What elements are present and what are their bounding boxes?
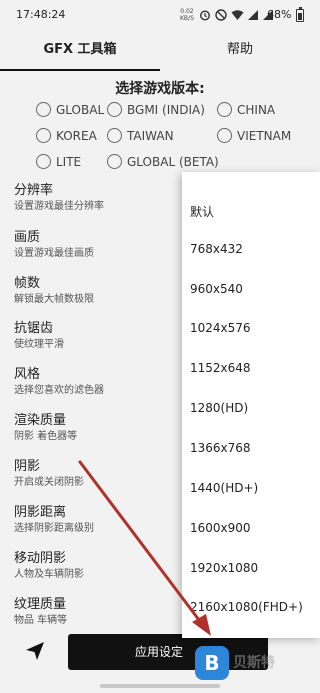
radio-global-beta[interactable]: GLOBAL (BETA) [107, 154, 219, 169]
setting-subtitle: 选择您喜欢的滤色器 [14, 385, 104, 396]
setting-texture-quality[interactable]: 纹理质量 物品 车辆等 [14, 597, 67, 628]
tab-help[interactable]: 帮助 [160, 34, 320, 70]
setting-subtitle: 设置游戏最佳分辨率 [14, 201, 104, 212]
setting-subtitle: 物品 车辆等 [14, 615, 68, 626]
setting-subtitle: 开启或关闭阴影 [14, 477, 84, 488]
dropdown-option-1280-hd[interactable]: 1280(HD) [190, 401, 248, 415]
radio-circle [107, 102, 122, 117]
radio-circle [36, 154, 51, 169]
radio-label: VIETNAM [237, 128, 292, 143]
setting-title: 阴影距离 [14, 505, 67, 520]
alarm-icon [199, 10, 211, 21]
setting-title: 抗锯齿 [14, 321, 54, 336]
battery-icon [296, 7, 304, 22]
radio-taiwan[interactable]: TAIWAN [107, 128, 174, 143]
mute-icon [215, 9, 227, 21]
setting-render-quality[interactable]: 渲染质量 阴影 着色器等 [14, 413, 77, 444]
wifi-icon [231, 10, 244, 20]
version-title: 选择游戏版本: [115, 81, 205, 97]
radio-china[interactable]: CHINA [217, 102, 275, 117]
tab-gfx-toolbox[interactable]: GFX 工具箱 [0, 34, 160, 70]
setting-antialiasing[interactable]: 抗锯齿 使纹理平滑 [14, 321, 64, 352]
radio-label: KOREA [56, 128, 97, 143]
dropdown-option-default[interactable]: 默认 [190, 203, 214, 220]
dropdown-option-1366x768[interactable]: 1366x768 [190, 441, 251, 455]
tab-bar: GFX 工具箱 帮助 [0, 34, 320, 70]
watermark-text: 贝斯特 [233, 655, 275, 671]
radio-circle [217, 128, 232, 143]
dropdown-option-1152x648[interactable]: 1152x648 [190, 361, 251, 375]
setting-title: 移动阴影 [14, 551, 67, 566]
resolution-dropdown: 默认 768x432 960x540 1024x576 1152x648 128… [182, 172, 320, 638]
setting-title: 画质 [14, 230, 41, 245]
dropdown-option-2160x1080-fhd-plus[interactable]: 2160x1080(FHD+) [190, 600, 303, 614]
radio-global[interactable]: GLOBAL [36, 102, 104, 117]
battery-percent: 68% [267, 8, 292, 21]
dropdown-option-1920x1080[interactable]: 1920x1080 [190, 561, 258, 575]
dropdown-option-1600x900[interactable]: 1600x900 [190, 521, 251, 535]
setting-subtitle: 人物及车辆阴影 [14, 569, 84, 580]
radio-korea[interactable]: KOREA [36, 128, 97, 143]
radio-circle [36, 128, 51, 143]
dropdown-option-1440-hd-plus[interactable]: 1440(HD+) [190, 481, 258, 495]
status-icons [199, 9, 274, 21]
radio-label: LITE [56, 154, 82, 169]
send-icon[interactable] [24, 640, 46, 662]
status-bar: 17:48:24 0.02 KB/S 68% [0, 0, 320, 32]
radio-bgmi-india[interactable]: BGMI (INDIA) [107, 102, 205, 117]
status-time: 17:48:24 [16, 8, 66, 21]
radio-label: BGMI (INDIA) [127, 102, 205, 117]
dropdown-option-960x540[interactable]: 960x540 [190, 282, 243, 296]
setting-resolution[interactable]: 分辨率 设置游戏最佳分辨率 [14, 183, 104, 214]
radio-vietnam[interactable]: VIETNAM [217, 128, 291, 143]
radio-label: CHINA [237, 102, 276, 117]
tab-indicator [0, 69, 160, 71]
setting-subtitle: 解锁最大帧数极限 [14, 294, 94, 305]
setting-moving-shadows[interactable]: 移动阴影 人物及车辆阴影 [14, 551, 84, 582]
radio-label: GLOBAL (BETA) [127, 154, 219, 169]
setting-subtitle: 选择阴影距离级别 [14, 523, 94, 534]
setting-shadow-distance[interactable]: 阴影距离 选择阴影距离级别 [14, 505, 94, 536]
setting-subtitle: 使纹理平滑 [14, 339, 64, 350]
setting-style[interactable]: 风格 选择您喜欢的滤色器 [14, 367, 104, 398]
net-speed-unit: KB/S [180, 15, 194, 22]
setting-title: 分辨率 [14, 183, 54, 198]
radio-label: TAIWAN [127, 128, 174, 143]
setting-title: 风格 [14, 367, 41, 382]
setting-title: 渲染质量 [14, 413, 67, 428]
radio-circle [217, 102, 232, 117]
dropdown-option-1024x576[interactable]: 1024x576 [190, 321, 251, 335]
setting-title: 阴影 [14, 459, 41, 474]
net-speed: 0.02 KB/S [180, 8, 194, 22]
setting-graphics[interactable]: 画质 设置游戏最佳画质 [14, 230, 94, 261]
watermark-logo: B 贝斯特 [195, 646, 320, 690]
radio-lite[interactable]: LITE [36, 154, 81, 169]
radio-circle [36, 102, 51, 117]
setting-shadows[interactable]: 阴影 开启或关闭阴影 [14, 459, 84, 490]
setting-title: 纹理质量 [14, 597, 67, 612]
radio-circle [107, 154, 122, 169]
watermark-badge: B [195, 646, 229, 680]
signal-icon [248, 10, 258, 20]
net-speed-value: 0.02 [180, 8, 194, 15]
setting-fps[interactable]: 帧数 解锁最大帧数极限 [14, 276, 94, 307]
radio-label: GLOBAL [56, 102, 105, 117]
setting-subtitle: 阴影 着色器等 [14, 431, 78, 442]
radio-circle [107, 128, 122, 143]
setting-title: 帧数 [14, 276, 41, 291]
setting-subtitle: 设置游戏最佳画质 [14, 248, 94, 259]
dropdown-option-768x432[interactable]: 768x432 [190, 242, 243, 256]
